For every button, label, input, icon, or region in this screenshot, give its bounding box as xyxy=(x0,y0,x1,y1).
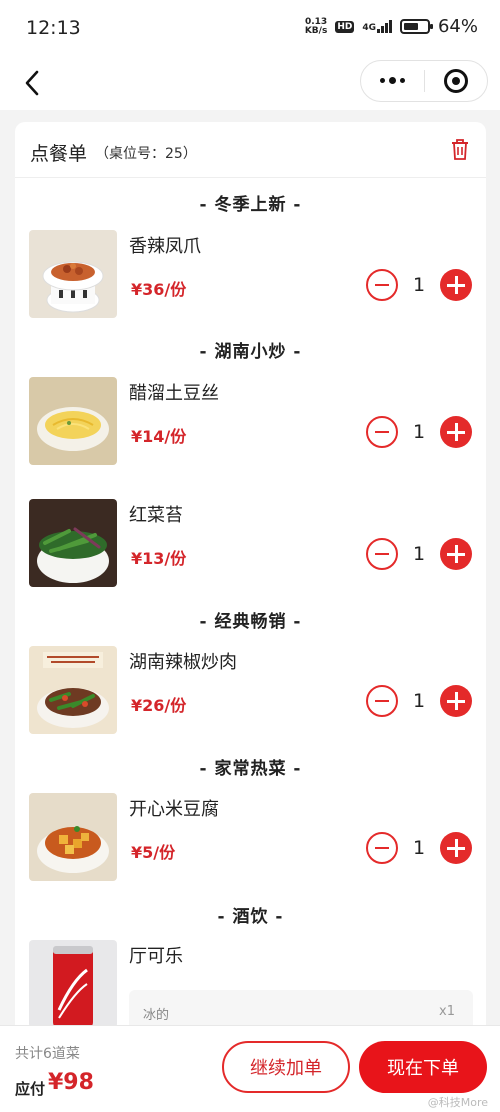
category-heading: - 湖南小炒 - xyxy=(199,342,302,362)
quantity-stepper: 1 xyxy=(366,684,472,718)
quantity-stepper: 1 xyxy=(366,537,472,571)
dish-price: ¥26/份 xyxy=(131,696,187,715)
quantity-value: 1 xyxy=(412,421,426,443)
battery-percent: 64% xyxy=(437,16,478,37)
decrease-button[interactable] xyxy=(366,416,398,448)
order-header: 点餐单 （桌位号：25） xyxy=(15,122,486,178)
hd-icon: HD xyxy=(335,20,355,33)
dish-name: 香辣凤爪 xyxy=(129,236,201,257)
status-time: 12:13 xyxy=(26,17,81,39)
decrease-button[interactable] xyxy=(366,685,398,717)
dish-item: 湖南辣椒炒肉 ¥26/份 1 xyxy=(15,646,486,734)
back-arrow-icon[interactable] xyxy=(18,68,48,98)
watermark: @科技More xyxy=(427,1096,488,1109)
quantity-value: 1 xyxy=(412,837,426,859)
dish-item: 红菜苔 ¥13/份 1 xyxy=(15,499,486,587)
quantity-value: 1 xyxy=(412,274,426,296)
more-icon[interactable] xyxy=(361,77,424,84)
dish-name: 开心米豆腐 xyxy=(129,799,219,820)
signal-icon: 4G xyxy=(362,20,392,33)
trash-icon[interactable] xyxy=(450,138,470,160)
quantity-value: 1 xyxy=(412,543,426,565)
decrease-button[interactable] xyxy=(366,269,398,301)
quantity-stepper: 1 xyxy=(366,268,472,302)
dish-image[interactable] xyxy=(29,646,117,734)
increase-button[interactable] xyxy=(440,685,472,717)
dish-price: ¥5/份 xyxy=(131,843,176,862)
dish-image[interactable] xyxy=(29,940,117,1028)
dish-item: 醋溜土豆丝 ¥14/份 1 xyxy=(15,377,486,465)
dish-image[interactable] xyxy=(29,230,117,318)
quantity-stepper: 1 xyxy=(366,831,472,865)
dish-item: 厅可乐 冰的 x1 xyxy=(15,940,486,1034)
dish-price: ¥36/份 xyxy=(131,280,187,299)
status-icons: 0.13 KB/s HD 4G 64% xyxy=(305,16,478,37)
category-heading: - 冬季上新 - xyxy=(199,195,302,215)
close-miniprogram-icon[interactable] xyxy=(425,69,488,93)
continue-ordering-button[interactable]: 继续加单 xyxy=(222,1041,350,1093)
order-title: 点餐单 xyxy=(30,143,88,165)
pay-label: 应付 xyxy=(15,1080,46,1098)
quantity-value: 1 xyxy=(412,690,426,712)
dish-image[interactable] xyxy=(29,793,117,881)
dish-name: 醋溜土豆丝 xyxy=(129,383,219,404)
note-text: 冰的 xyxy=(143,1008,170,1023)
total-count: 共计6道菜 xyxy=(15,1046,80,1062)
order-card: 点餐单 （桌位号：25） - 冬季上新 - 香辣凤爪 ¥36/份 1 - 湖南小… xyxy=(15,122,486,1042)
dish-price: ¥13/份 xyxy=(131,549,187,568)
dish-name: 红菜苔 xyxy=(129,505,183,526)
category-heading: - 家常热菜 - xyxy=(199,759,302,779)
quantity-stepper: 1 xyxy=(366,415,472,449)
increase-button[interactable] xyxy=(440,538,472,570)
dish-name: 厅可乐 xyxy=(129,946,183,967)
dish-price: ¥14/份 xyxy=(131,427,187,446)
place-order-button[interactable]: 现在下单 xyxy=(359,1041,487,1093)
checkout-bar: 共计6道菜 应付 ¥98 继续加单 现在下单 xyxy=(0,1025,500,1112)
increase-button[interactable] xyxy=(440,269,472,301)
network-speed: 0.13 KB/s xyxy=(304,16,328,36)
decrease-button[interactable] xyxy=(366,832,398,864)
battery-icon xyxy=(399,19,433,34)
increase-button[interactable] xyxy=(440,832,472,864)
pay-amount: ¥98 xyxy=(48,1070,94,1095)
dish-item: 香辣凤爪 ¥36/份 1 xyxy=(15,230,486,318)
note-count: x1 xyxy=(439,1004,455,1019)
nav-bar xyxy=(0,58,500,110)
dish-name: 湖南辣椒炒肉 xyxy=(129,652,237,673)
miniprogram-capsule xyxy=(360,60,488,102)
status-bar: 12:13 0.13 KB/s HD 4G 64% xyxy=(0,0,500,58)
category-heading: - 酒饮 - xyxy=(217,907,284,927)
dish-image[interactable] xyxy=(29,499,117,587)
dish-image[interactable] xyxy=(29,377,117,465)
increase-button[interactable] xyxy=(440,416,472,448)
decrease-button[interactable] xyxy=(366,538,398,570)
category-heading: - 经典畅销 - xyxy=(199,612,302,632)
dish-item: 开心米豆腐 ¥5/份 1 xyxy=(15,793,486,881)
table-number: （桌位号：25） xyxy=(95,146,197,162)
